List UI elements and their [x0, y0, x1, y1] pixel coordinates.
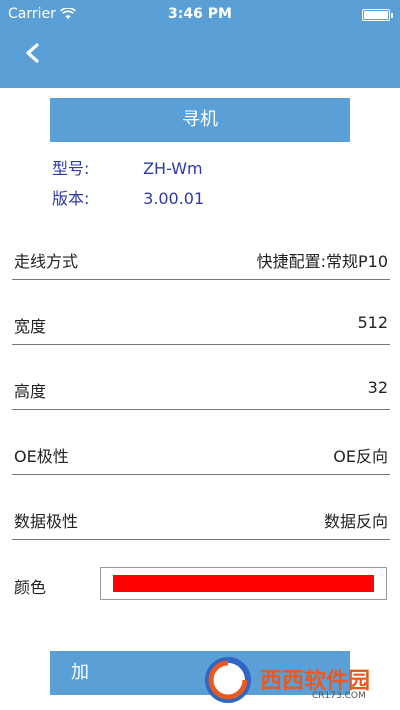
setting-label: OE极性: [14, 447, 69, 466]
setting-label: 走线方式: [14, 252, 79, 271]
model-info: 型号: ZH-Wm: [52, 155, 203, 179]
watermark-logo-icon: [205, 657, 251, 703]
setting-row-wiring[interactable]: 走线方式 快捷配置:常规P10: [12, 240, 390, 280]
version-value: 3.00.01: [143, 189, 205, 208]
setting-row-oe-polarity[interactable]: OE极性 OE反向: [12, 435, 390, 475]
watermark-site: CR173.COM: [312, 691, 366, 701]
setting-label: 宽度: [14, 317, 47, 336]
site-watermark: 西西软件园 CR173.COM: [200, 655, 388, 705]
setting-row-width[interactable]: 宽度 512: [12, 305, 390, 345]
model-label: 型号:: [52, 159, 90, 178]
setting-label: 高度: [14, 382, 47, 401]
version-info: 版本: 3.00.01: [52, 185, 204, 209]
color-picker[interactable]: [100, 567, 387, 600]
model-value: ZH-Wm: [143, 159, 203, 178]
setting-row-height[interactable]: 高度 32: [12, 370, 390, 410]
status-time: 3:46 PM: [168, 6, 232, 22]
setting-value: OE反向: [333, 447, 388, 466]
setting-value: 512: [357, 313, 388, 332]
status-bar: Carrier 3:46 PM: [0, 0, 400, 28]
add-button-label: 加: [71, 662, 89, 683]
setting-row-data-polarity[interactable]: 数据极性 数据反向: [12, 500, 390, 540]
color-label: 颜色: [14, 578, 47, 597]
find-device-button[interactable]: 寻机: [50, 98, 350, 142]
setting-label: 数据极性: [14, 512, 79, 531]
chevron-left-icon[interactable]: [20, 40, 46, 66]
color-swatch: [113, 575, 374, 592]
app-header: Carrier 3:46 PM: [0, 0, 400, 88]
setting-value: 32: [367, 378, 388, 397]
version-label: 版本:: [52, 189, 90, 208]
battery-icon: [362, 9, 393, 21]
setting-value: 快捷配置:常规P10: [256, 252, 388, 271]
setting-value: 数据反向: [323, 512, 388, 531]
